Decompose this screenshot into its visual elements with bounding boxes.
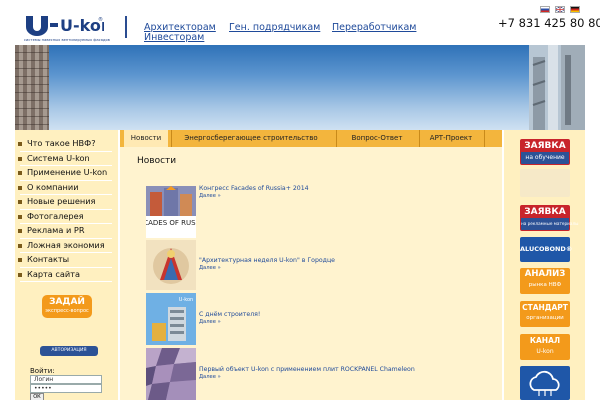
cloud-icon <box>529 370 560 396</box>
cloud-banner[interactable] <box>520 366 570 400</box>
flag-en-icon[interactable] <box>555 6 565 13</box>
flag-ru-icon[interactable] <box>540 6 550 13</box>
news-title[interactable]: С днём строителя! <box>199 311 260 318</box>
menu-item-what-is-nvf[interactable]: Что такое НВФ? <box>27 138 96 148</box>
standard-banner[interactable]: СТАНДАРТ организации <box>520 301 570 327</box>
ask-question-subtitle: экспресс-вопрос <box>45 308 89 314</box>
logo[interactable]: U-kon ® системы навесных вентилируемых ф… <box>24 14 116 42</box>
menu-item-ukon-system[interactable]: Система U-kon <box>27 153 90 163</box>
menu-bullet-icon <box>18 215 22 219</box>
ask-question-title: ЗАДАЙ <box>49 297 85 307</box>
menu-bullet-icon <box>18 157 22 161</box>
ukon-channel-subtitle: U-kon <box>536 348 554 355</box>
menu-bullet-icon <box>18 142 22 146</box>
tab-energy-saving[interactable]: Энергосберегающее строительство <box>172 130 330 147</box>
nav-contractors[interactable]: Ген. подрядчикам <box>229 22 320 33</box>
ad-materials-request-banner[interactable]: ЗАЯВКА на рекламные материалы <box>520 205 579 231</box>
market-analysis-banner[interactable]: АНАЛИЗ рынка НВФ <box>520 268 570 294</box>
news-more-link[interactable]: Далее » <box>199 193 221 199</box>
menu-item-new-solutions[interactable]: Новые решения <box>27 196 95 206</box>
authorization-button[interactable]: АВТОРИЗАЦИЯ <box>40 346 98 356</box>
registered-mark: ® <box>98 16 103 23</box>
flag-de-icon[interactable] <box>570 6 580 13</box>
menu-item-ukon-application[interactable]: Применение U-kon <box>27 167 107 177</box>
news-thumbnail[interactable]: FACADES OF RUSSIA <box>146 186 196 238</box>
ad-materials-title: ЗАЯВКА <box>521 206 569 218</box>
ukon-logo-mark: U-kon ® <box>26 16 104 36</box>
menu-bullet-icon <box>18 186 22 190</box>
standard-subtitle: организации <box>526 315 564 321</box>
menu-item-sitemap[interactable]: Карта сайта <box>27 269 80 279</box>
facade-system-image <box>529 45 585 130</box>
phone-number: +7 831 425 80 80 <box>498 16 600 30</box>
ukon-channel-title: КАНАЛ <box>529 336 561 345</box>
training-request-subtitle: на обучение <box>525 154 565 161</box>
training-request-title: ЗАЯВКА <box>521 140 569 152</box>
menu-item-about[interactable]: О компании <box>27 182 79 192</box>
tab-news[interactable]: Новости <box>124 130 168 147</box>
training-request-banner[interactable]: ЗАЯВКА на обучение <box>520 139 570 165</box>
ad-materials-subtitle: на рекламные материалы <box>521 221 579 226</box>
facades-thumb-text: FACADES OF RUSSIA <box>146 219 196 227</box>
login-label: Войти: <box>30 367 55 375</box>
news-more-link[interactable]: Далее » <box>199 265 221 271</box>
market-analysis-title: АНАЛИЗ <box>524 269 566 279</box>
menu-bullet-icon <box>18 200 22 204</box>
menu-item-pr[interactable]: Реклама и PR <box>27 225 85 235</box>
menu-item-contacts[interactable]: Контакты <box>27 254 69 264</box>
password-input[interactable]: ••••• <box>30 384 102 393</box>
tab-qa[interactable]: Вопрос-Ответ <box>337 130 417 147</box>
menu-bullet-icon <box>18 244 22 248</box>
news-thumbnail[interactable] <box>146 240 196 290</box>
menu-bullet-icon <box>18 171 22 175</box>
ukon-thumb-text: U-kon <box>179 297 193 303</box>
menu-item-photo-gallery[interactable]: Фотогалерея <box>27 211 84 221</box>
menu-item-false-economy[interactable]: Ложная экономия <box>27 240 105 250</box>
login-input[interactable]: Логин <box>30 375 102 384</box>
tab-art-project[interactable]: АРТ-Проект <box>420 130 482 147</box>
news-more-link[interactable]: Далее » <box>199 319 221 325</box>
alucobond-banner[interactable]: ALUCOBOND® <box>520 237 573 262</box>
standard-title: СТАНДАРТ <box>522 303 568 312</box>
blank-banner <box>520 169 570 197</box>
header-banner <box>15 45 585 130</box>
news-title[interactable]: Конгресс Facades of Russia+ 2014 <box>199 185 309 192</box>
nav-investors[interactable]: Инвесторам <box>144 32 204 43</box>
header-divider <box>125 16 127 38</box>
news-thumbnail[interactable]: U-kon <box>146 293 196 345</box>
alucobond-logo: ALUCOBOND® <box>520 245 573 253</box>
ask-question-button[interactable]: ЗАДАЙ экспресс-вопрос <box>42 295 92 318</box>
news-more-link[interactable]: Далее » <box>199 374 221 380</box>
menu-bullet-icon <box>18 229 22 233</box>
ukon-channel-banner[interactable]: КАНАЛ U-kon <box>520 334 570 360</box>
content-title: Новости <box>137 156 177 166</box>
menu-bullet-icon <box>18 273 22 277</box>
login-ok-button[interactable]: ОК <box>30 393 44 400</box>
market-analysis-subtitle: рынка НВФ <box>528 282 562 288</box>
news-title[interactable]: "Архитектурная неделя U-kon" в Городце <box>199 257 335 264</box>
news-thumbnail[interactable] <box>146 348 196 400</box>
logo-tagline: системы навесных вентилируемых фасадов <box>24 38 110 42</box>
news-title[interactable]: Первый объект U-kon с применением плит R… <box>199 366 415 373</box>
nav-processors[interactable]: Переработчикам <box>332 22 416 33</box>
menu-bullet-icon <box>18 258 22 262</box>
